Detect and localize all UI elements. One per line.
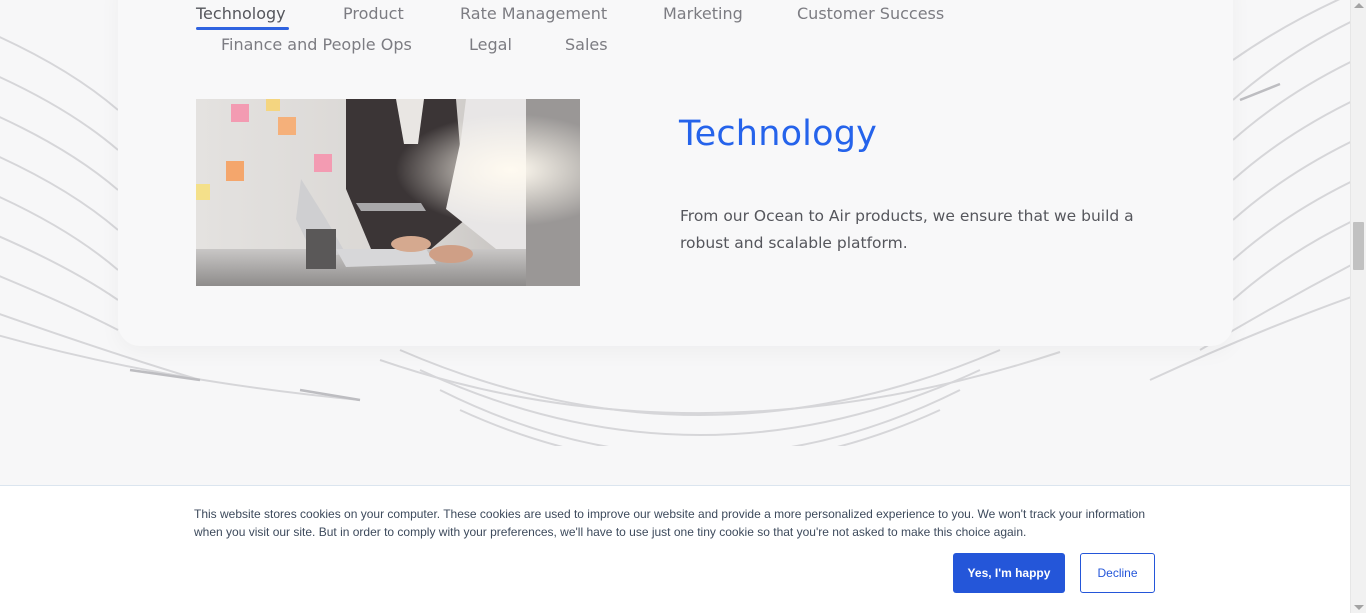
tab-marketing[interactable]: Marketing bbox=[663, 4, 743, 23]
tab-technology[interactable]: Technology bbox=[196, 4, 286, 23]
tab-rate-management[interactable]: Rate Management bbox=[460, 4, 607, 23]
cookie-consent-text: This website stores cookies on your comp… bbox=[194, 507, 1145, 539]
department-tabs: Technology Product Rate Management Marke… bbox=[0, 0, 1350, 70]
tab-finance-and-people-ops[interactable]: Finance and People Ops bbox=[221, 35, 412, 54]
decline-cookies-button[interactable]: Decline bbox=[1080, 553, 1155, 593]
scroll-down-arrow-icon[interactable] bbox=[1354, 605, 1364, 610]
background-lower-band bbox=[0, 446, 1350, 486]
page-scrollbar[interactable] bbox=[1350, 0, 1366, 613]
tab-product[interactable]: Product bbox=[343, 4, 404, 23]
scroll-up-arrow-icon[interactable] bbox=[1354, 3, 1364, 8]
tab-customer-success[interactable]: Customer Success bbox=[797, 4, 944, 23]
tab-legal[interactable]: Legal bbox=[469, 35, 512, 54]
tab-sales[interactable]: Sales bbox=[565, 35, 608, 54]
team-photo bbox=[196, 99, 580, 286]
active-tab-indicator bbox=[196, 27, 289, 30]
page: Technology Product Rate Management Marke… bbox=[0, 0, 1366, 613]
section-description: From our Ocean to Air products, we ensur… bbox=[680, 207, 1134, 252]
accept-cookies-button[interactable]: Yes, I'm happy bbox=[953, 553, 1065, 593]
section-title: Technology bbox=[679, 114, 878, 154]
cookie-consent-banner: This website stores cookies on your comp… bbox=[0, 485, 1350, 613]
scrollbar-thumb[interactable] bbox=[1353, 222, 1364, 270]
